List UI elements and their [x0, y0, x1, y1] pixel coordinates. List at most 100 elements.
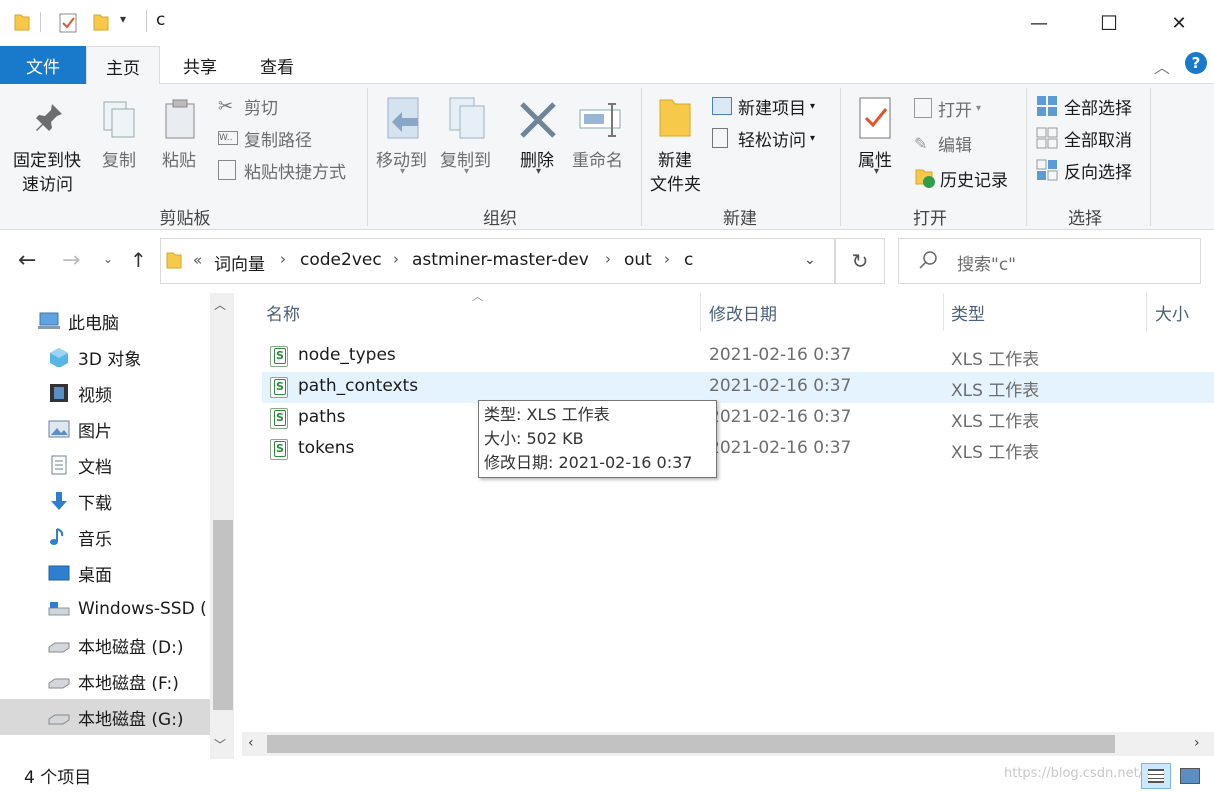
nav-item-3d-objects[interactable]: 3D 对象	[0, 339, 210, 375]
rename-label: 重命名	[572, 151, 623, 171]
nav-item-drive-f[interactable]: 本地磁盘 (F:)	[0, 663, 210, 699]
breadcrumb-chevron-icon[interactable]: ›	[393, 250, 399, 268]
breadcrumb-item[interactable]: code2vec	[300, 250, 382, 270]
column-header-size[interactable]: 大小	[1155, 300, 1189, 325]
breadcrumb-item[interactable]: out	[624, 250, 652, 270]
rename-button[interactable]: 重命名	[570, 94, 632, 174]
breadcrumb-item[interactable]: c	[684, 250, 693, 270]
nav-item-label: 3D 对象	[78, 349, 142, 370]
nav-item-drive-g[interactable]: 本地磁盘 (G:)	[0, 699, 210, 735]
nav-item-label: Windows-SSD (	[78, 599, 207, 619]
move-to-button[interactable]: 移动到 ▾	[372, 94, 434, 184]
breadcrumb-chevron-icon[interactable]: ›	[605, 250, 611, 268]
nav-item-desktop[interactable]: 桌面	[0, 555, 210, 591]
close-button[interactable]: ✕	[1144, 0, 1214, 46]
drive-icon	[48, 642, 70, 653]
up-arrow-icon[interactable]: ↑	[130, 248, 147, 272]
delete-button[interactable]: 删除 ▾	[512, 94, 566, 184]
nav-item-label: 下载	[78, 493, 112, 514]
history-icon	[915, 169, 935, 188]
video-icon	[50, 384, 68, 402]
properties-button[interactable]: 属性 ▾	[848, 94, 904, 184]
new-folder-label-1: 新建	[658, 151, 692, 171]
tab-view[interactable]: 查看	[240, 46, 314, 84]
large-icons-view-icon[interactable]	[1176, 764, 1204, 788]
nav-item-downloads[interactable]: 下载	[0, 483, 210, 519]
recent-locations-chevron-icon[interactable]: ⌄	[103, 252, 113, 266]
open-button[interactable]: 打开 ▾	[914, 96, 1014, 121]
edit-button[interactable]: ✎ 编辑	[914, 131, 1014, 156]
search-box[interactable]	[898, 238, 1201, 284]
open-label: 打开	[938, 100, 972, 121]
table-row[interactable]: node_types 2021-02-16 0:37 XLS 工作表	[262, 341, 1214, 372]
nav-scrollbar-thumb[interactable]	[213, 520, 233, 710]
file-type: XLS 工作表	[951, 381, 1040, 401]
copy-label: 复制	[102, 151, 136, 171]
tab-share[interactable]: 共享	[164, 46, 236, 84]
group-label-clipboard: 剪贴板	[159, 209, 211, 229]
select-none-button[interactable]: 全部取消	[1036, 126, 1146, 151]
files-scrollbar-thumb[interactable]	[267, 735, 1115, 753]
nav-item-label: 此电脑	[68, 313, 119, 334]
paste-shortcut-button[interactable]: 粘贴快捷方式	[218, 158, 368, 183]
file-name: paths	[298, 407, 346, 427]
history-button[interactable]: 历史记录	[914, 166, 1024, 191]
breadcrumb-item[interactable]: astminer-master-dev	[412, 250, 589, 270]
select-all-label: 全部选择	[1064, 98, 1132, 119]
table-row[interactable]: paths 2021-02-16 0:37 XLS 工作表	[262, 403, 1214, 434]
address-dropdown-chevron-icon[interactable]: ⌄	[804, 252, 816, 268]
easy-access-button[interactable]: 轻松访问 ▾	[712, 126, 832, 151]
xls-file-icon	[270, 377, 288, 398]
cut-button[interactable]: ✂ 剪切	[218, 94, 308, 119]
quick-access-dropdown-icon[interactable]: ▾	[120, 12, 126, 26]
maximize-button[interactable]: ☐	[1074, 0, 1144, 46]
nav-item-windows-ssd[interactable]: Windows-SSD (	[0, 591, 210, 627]
nav-item-documents[interactable]: 文档	[0, 447, 210, 483]
copy-button[interactable]: 复制	[96, 94, 144, 174]
nav-scroll-up-icon[interactable]: ︿	[214, 296, 226, 313]
scroll-right-icon[interactable]: ›	[1194, 735, 1200, 751]
new-item-button[interactable]: 新建项目 ▾	[712, 94, 832, 119]
details-view-icon[interactable]	[1141, 763, 1171, 789]
select-all-button[interactable]: 全部选择	[1036, 94, 1146, 119]
xls-file-icon	[270, 439, 288, 460]
forward-arrow-icon[interactable]: →	[62, 248, 80, 273]
breadcrumb-item[interactable]: 词向量	[214, 250, 265, 275]
properties-icon[interactable]	[58, 12, 80, 34]
folder-icon	[14, 14, 30, 31]
nav-scroll-down-icon[interactable]: ﹀	[214, 736, 226, 753]
new-folder-button[interactable]: 新建 文件夹	[646, 94, 710, 195]
column-header-modified[interactable]: 修改日期	[709, 300, 777, 325]
breadcrumb-chevron-icon[interactable]: ›	[664, 250, 670, 268]
pin-to-quick-access-button[interactable]: 固定到快 速访问	[6, 94, 92, 195]
nav-item-this-pc[interactable]: 此电脑	[0, 303, 210, 339]
minimize-button[interactable]: —	[1004, 0, 1074, 46]
invert-selection-button[interactable]: 反向选择	[1036, 158, 1146, 183]
table-row[interactable]: path_contexts 2021-02-16 0:37 XLS 工作表	[262, 372, 1214, 403]
copy-to-icon	[449, 97, 485, 139]
nav-item-drive-d[interactable]: 本地磁盘 (D:)	[0, 627, 210, 663]
paste-button[interactable]: 粘贴	[156, 94, 206, 174]
help-icon[interactable]: ?	[1185, 52, 1207, 74]
group-label-organize: 组织	[483, 209, 517, 229]
nav-item-videos[interactable]: 视频	[0, 375, 210, 411]
column-header-name[interactable]: 名称	[266, 300, 300, 325]
back-arrow-icon[interactable]: ←	[18, 248, 36, 273]
copy-to-button[interactable]: 复制到 ▾	[436, 94, 498, 184]
search-placeholder[interactable]: 搜索"c"	[957, 250, 1016, 275]
nav-item-music[interactable]: 音乐	[0, 519, 210, 555]
xls-file-icon	[270, 346, 288, 367]
tab-file[interactable]: 文件	[0, 46, 86, 84]
nav-item-pictures[interactable]: 图片	[0, 411, 210, 447]
collapse-ribbon-icon[interactable]: ︿	[1154, 54, 1170, 78]
tab-home[interactable]: 主页	[86, 46, 160, 85]
refresh-icon[interactable]: ↻	[835, 238, 885, 284]
copy-path-button[interactable]: W.. 复制路径	[218, 126, 338, 151]
breadcrumb-chevron-icon[interactable]: ›	[280, 250, 286, 268]
paste-shortcut-label: 粘贴快捷方式	[244, 162, 346, 183]
table-row[interactable]: tokens 2021-02-16 0:37 XLS 工作表	[262, 434, 1214, 465]
breadcrumb-overflow[interactable]: «	[193, 251, 202, 269]
scroll-left-icon[interactable]: ‹	[248, 735, 254, 751]
new-folder-icon[interactable]	[93, 12, 109, 32]
column-header-type[interactable]: 类型	[951, 300, 985, 325]
